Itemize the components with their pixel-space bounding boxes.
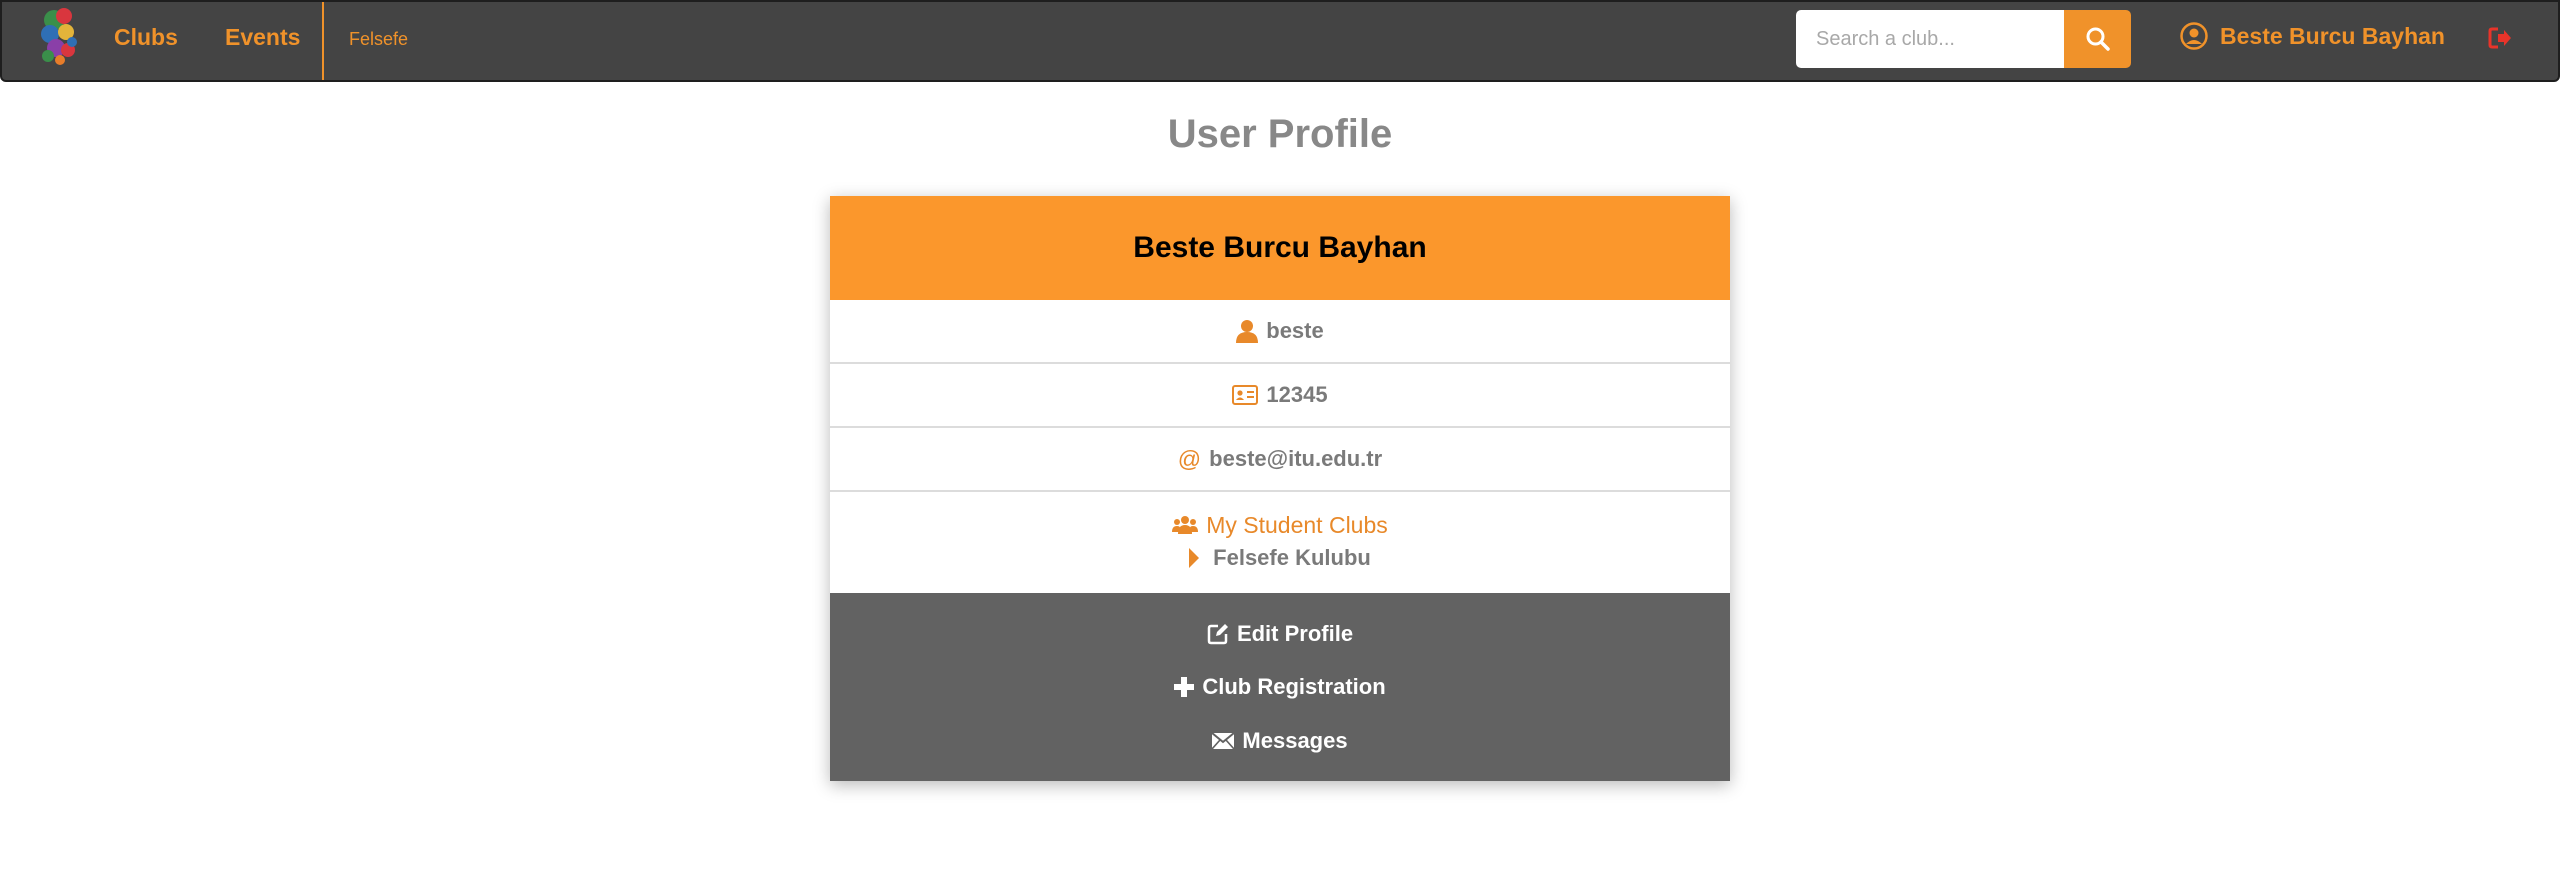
page-title: User Profile <box>1167 112 1393 156</box>
nav-clubs-link[interactable]: Clubs <box>114 24 178 51</box>
profile-full-name: Beste Burcu Bayhan <box>830 196 1730 300</box>
search-input[interactable] <box>1796 10 2064 68</box>
username-row: beste <box>830 300 1730 364</box>
user-icon <box>1236 320 1259 343</box>
username-value: beste <box>1266 318 1324 343</box>
search-icon <box>2086 27 2110 51</box>
users-icon <box>1172 516 1199 534</box>
messages-label: Messages <box>1242 727 1348 753</box>
envelope-icon <box>1212 732 1235 749</box>
club-logo[interactable] <box>34 4 90 66</box>
id-card-icon <box>1232 385 1259 405</box>
plus-icon <box>1174 677 1195 697</box>
email-value: beste@itu.edu.tr <box>1209 446 1383 471</box>
at-icon: @ <box>1177 445 1202 472</box>
profile-actions: Edit Profile Club Registration Messages <box>830 593 1730 781</box>
nav-current-club-link[interactable]: Felsefe <box>349 29 408 50</box>
user-name-label: Beste Burcu Bayhan <box>2220 22 2445 49</box>
logout-button[interactable] <box>2486 24 2514 52</box>
user-circle-icon <box>2180 22 2208 50</box>
profile-card: Beste Burcu Bayhan beste 12345 @ beste@i… <box>830 196 1730 781</box>
user-profile-link[interactable]: Beste Burcu Bayhan <box>2180 22 2445 50</box>
edit-profile-label: Edit Profile <box>1236 620 1354 646</box>
edit-profile-button[interactable]: Edit Profile <box>830 621 1730 647</box>
search-button[interactable] <box>2064 10 2131 68</box>
email-row: @ beste@itu.edu.tr <box>830 428 1730 492</box>
club-name: Felsefe Kulubu <box>1213 544 1371 570</box>
edit-icon <box>1207 623 1228 644</box>
nav-divider <box>322 2 324 80</box>
my-clubs-label: My Student Clubs <box>1206 511 1388 538</box>
my-clubs-heading[interactable]: My Student Clubs <box>1172 512 1388 539</box>
nav-events-link[interactable]: Events <box>225 24 300 51</box>
student-clubs-section: My Student Clubs Felsefe Kulubu <box>830 492 1730 590</box>
messages-button[interactable]: Messages <box>830 728 1730 754</box>
caret-right-icon <box>1189 547 1200 568</box>
club-list-item[interactable]: Felsefe Kulubu <box>1189 545 1371 571</box>
club-registration-label: Club Registration <box>1202 674 1386 699</box>
student-id-value: 12345 <box>1266 382 1328 407</box>
student-id-row: 12345 <box>830 364 1730 428</box>
top-navbar: Clubs Events Felsefe Beste Burcu Bayhan <box>0 0 2560 82</box>
club-registration-button[interactable]: Club Registration <box>830 674 1730 700</box>
logout-icon <box>2488 27 2511 49</box>
